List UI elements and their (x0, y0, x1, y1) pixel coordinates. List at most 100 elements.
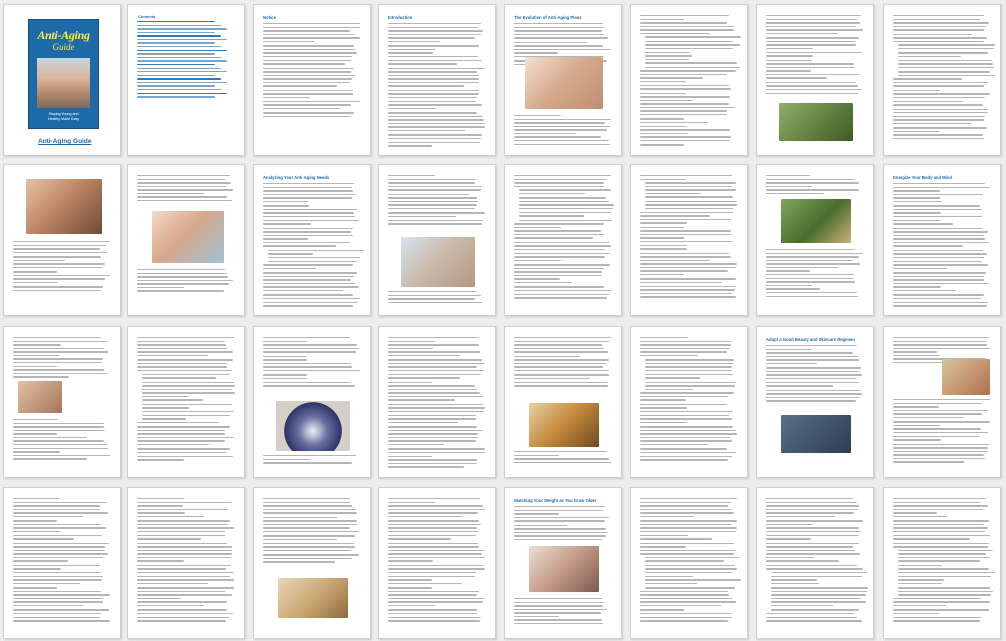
text-line (640, 274, 685, 276)
page-thumbnail[interactable]: Anti-Aging Guide Staying Young and Healthy … (3, 4, 121, 156)
page-thumbnail[interactable] (3, 487, 121, 639)
page-thumbnail[interactable] (883, 4, 1001, 156)
text-line (645, 359, 735, 361)
text-line (640, 538, 712, 540)
cover-subtitle: Guide (52, 42, 75, 52)
text-line (13, 575, 104, 577)
text-line (893, 286, 942, 288)
page-thumbnail[interactable] (504, 164, 622, 316)
text-line (514, 351, 609, 353)
text-line (263, 234, 354, 237)
text-line (893, 96, 986, 99)
text-line (142, 411, 235, 413)
page-thumbnail[interactable]: Contents (127, 4, 245, 156)
text-line (388, 115, 484, 118)
text-line (142, 373, 231, 375)
page-thumbnail[interactable] (253, 487, 371, 639)
page-thumbnail[interactable]: Introduction (378, 4, 496, 156)
text-line (263, 542, 355, 544)
text-line (263, 366, 353, 368)
text-line (645, 377, 700, 379)
text-line (640, 436, 731, 439)
text-line (13, 422, 105, 424)
page-thumbnail[interactable] (756, 4, 874, 156)
text-line (388, 354, 460, 357)
page-thumbnail[interactable] (630, 487, 748, 639)
page-thumbnail[interactable]: Analyzing Your Anti-Aging Needs (253, 164, 371, 316)
text-line (388, 399, 455, 401)
text-line (137, 515, 204, 518)
text-line (388, 444, 444, 446)
text-line (388, 542, 479, 544)
page-thumbnail[interactable]: Energize Your Body and Mind (883, 164, 1001, 316)
text-line (766, 512, 855, 514)
text-line (388, 560, 434, 562)
text-block (137, 337, 236, 463)
page-thumbnail[interactable] (504, 326, 622, 478)
text-line (893, 508, 984, 511)
page-thumbnail[interactable]: The Evolution of Anti-Aging Plans (504, 4, 622, 156)
page-thumbnail[interactable] (630, 164, 748, 316)
text-line (263, 205, 310, 207)
text-line (893, 282, 990, 285)
text-line (519, 215, 584, 217)
text-block (137, 269, 235, 294)
text-line (766, 270, 811, 272)
text-line (263, 381, 352, 383)
text-line (766, 367, 862, 369)
text-line (640, 222, 688, 224)
page-thumbnail[interactable]: Adopt a Good Beauty and Skincare Regimen (756, 326, 874, 478)
page-thumbnail[interactable] (3, 164, 121, 316)
text-block (766, 15, 864, 96)
text-line (640, 18, 685, 20)
text-line (766, 37, 860, 39)
page-thumbnail[interactable] (127, 164, 245, 316)
cover-link[interactable]: Anti-Aging Guide (38, 138, 91, 145)
text-line (263, 305, 354, 307)
text-line (640, 211, 734, 213)
text-block (640, 337, 738, 463)
text-line (137, 46, 222, 48)
page-thumbnail[interactable] (883, 326, 1001, 478)
text-line (640, 407, 688, 409)
page-thumbnail[interactable] (3, 326, 121, 478)
page-thumbnail[interactable] (378, 487, 496, 639)
text-block (263, 183, 365, 309)
page-thumbnail[interactable] (883, 487, 1001, 639)
text-line (13, 369, 105, 371)
text-line (13, 241, 111, 243)
text-line (137, 175, 231, 177)
text-line (766, 527, 860, 529)
text-line (645, 200, 738, 203)
text-line (893, 609, 990, 611)
page-thumbnail[interactable] (127, 487, 245, 639)
page-thumbnail[interactable] (253, 326, 371, 478)
page-thumbnail[interactable] (378, 164, 496, 316)
text-line (137, 359, 234, 361)
text-line (893, 193, 984, 196)
text-line (13, 351, 109, 353)
page-thumbnail[interactable] (127, 326, 245, 478)
text-line (137, 616, 230, 618)
text-line (13, 451, 61, 453)
text-line (640, 25, 735, 28)
text-line (893, 421, 991, 423)
text-line (766, 29, 864, 31)
text-line (893, 406, 940, 408)
page-thumbnail[interactable] (630, 326, 748, 478)
text-line (263, 241, 351, 244)
text-line (640, 403, 728, 406)
text-line (893, 186, 991, 188)
page-thumbnail[interactable]: Notice (253, 4, 371, 156)
page-thumbnail[interactable] (756, 487, 874, 639)
page-thumbnail[interactable]: Watching Your Weight as You Grow Older (504, 487, 622, 639)
page-thumbnail[interactable] (378, 326, 496, 478)
text-line (771, 587, 869, 589)
page-thumbnail[interactable] (630, 4, 748, 156)
page-thumbnail[interactable] (756, 164, 874, 316)
text-line (137, 587, 235, 589)
text-line (640, 392, 735, 394)
text-block (263, 337, 361, 389)
text-line (640, 15, 730, 17)
text-line (263, 374, 308, 376)
